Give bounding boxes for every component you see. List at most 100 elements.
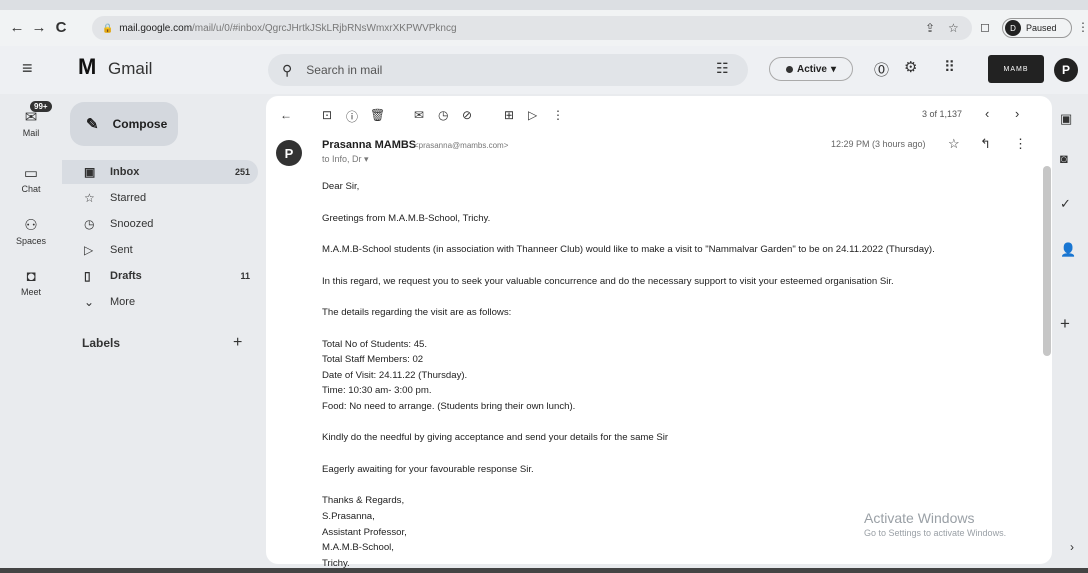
activate-windows-watermark: Activate Windows Go to Settings to activ… <box>864 510 1006 538</box>
rail-chat-label: Chat <box>21 184 41 194</box>
star-icon: ☆ <box>84 191 95 205</box>
body-paragraph: In this regard, we request you to seek y… <box>322 275 894 287</box>
visit-details: Total No of Students: 45. Total Staff Me… <box>322 337 1042 415</box>
detail-line: Time: 10:30 am- 3:00 pm. <box>322 385 432 397</box>
sidebar-item-label: Snoozed <box>110 218 154 230</box>
sidebar-item-drafts[interactable]: ▯ Drafts 11 <box>62 264 258 288</box>
bookmark-star-icon[interactable]: ☆ <box>948 21 959 35</box>
sidebar-item-label: Inbox <box>110 166 140 178</box>
back-to-inbox-icon[interactable]: ← <box>280 108 292 122</box>
search-input[interactable]: ⚲ Search in mail <box>268 54 748 86</box>
add-task-icon[interactable]: ⊘ <box>462 108 472 122</box>
search-icon[interactable]: ⚲ <box>282 62 292 79</box>
newer-chevron-icon[interactable]: ‹ <box>985 106 989 121</box>
sidebar-item-sent[interactable]: ▷ Sent <box>62 238 258 262</box>
status-label: Active <box>796 63 827 75</box>
profile-status: Paused <box>1026 23 1057 33</box>
label-icon[interactable]: ▷ <box>528 108 537 122</box>
message-more-icon[interactable]: ⋮ <box>1014 136 1027 152</box>
clock-icon: ◷ <box>84 217 95 231</box>
status-dot <box>785 65 793 73</box>
gmail-logo-icon[interactable]: M <box>78 54 96 80</box>
profile-button[interactable]: D Paused <box>1002 18 1072 38</box>
older-chevron-icon[interactable]: › <box>1015 106 1019 121</box>
lock-icon: 🔒 <box>102 22 114 33</box>
rail-meet-label: Meet <box>20 287 41 297</box>
account-avatar[interactable]: P <box>1054 58 1078 82</box>
pencil-icon: ✎ <box>86 116 99 133</box>
tasks-icon[interactable]: ✓ <box>1060 196 1071 212</box>
settings-gear-icon[interactable]: ⚙ <box>904 58 917 76</box>
sidebar-item-label: Sent <box>110 244 133 256</box>
status-button[interactable]: Active ▾ <box>769 57 853 81</box>
sender-email: <prasanna@mambs.com> <box>414 141 509 150</box>
body-paragraph: The details regarding the visit are as f… <box>322 307 512 318</box>
star-icon[interactable]: ☆ <box>948 136 960 152</box>
chat-icon: ▭ <box>23 165 39 182</box>
share-icon[interactable]: ⇪ <box>925 21 935 35</box>
search-placeholder: Search in mail <box>306 63 383 77</box>
mark-unread-icon[interactable]: ✉ <box>414 108 424 122</box>
help-icon[interactable]: ⓪ <box>874 59 889 80</box>
rail-mail[interactable]: ✉ Mail <box>0 108 62 138</box>
address-bar[interactable]: 🔒 mail.google.com /mail/u/0/#inbox/QgrcJ… <box>92 16 972 40</box>
archive-icon[interactable]: ⊡ <box>322 108 332 122</box>
keep-icon[interactable]: ◙ <box>1060 151 1068 166</box>
app-name[interactable]: Gmail <box>108 59 152 79</box>
url-host: mail.google.com <box>119 22 193 34</box>
body-paragraph: Eagerly awaiting for your favourable res… <box>322 463 534 475</box>
sidebar-item-inbox[interactable]: ▣ Inbox 251 <box>62 160 258 184</box>
browser-menu-icon[interactable]: ⋮ <box>1077 20 1088 34</box>
organization-logo[interactable]: MAMB <box>988 55 1044 83</box>
url-path: /mail/u/0/#inbox/QgrcJHrtkJSkLRjbRNsWmxr… <box>192 22 457 34</box>
sidebar-item-count: 11 <box>240 271 250 281</box>
detail-line: Total No of Students: 45. <box>322 338 428 350</box>
contacts-icon[interactable]: 👤 <box>1060 242 1076 258</box>
forward-arrow-icon[interactable]: → <box>28 16 50 38</box>
signature-line: Thanks & Regards, <box>322 495 405 507</box>
move-to-icon[interactable]: ⊞ <box>504 108 514 122</box>
main-menu-icon[interactable]: ≡ <box>22 58 33 79</box>
add-addon-icon[interactable]: + <box>1060 314 1070 334</box>
message-time: 12:29 PM (3 hours ago) <box>831 139 926 149</box>
add-label-icon[interactable]: + <box>233 334 242 352</box>
apps-grid-icon[interactable]: ⠿ <box>944 58 955 76</box>
rail-meet[interactable]: ◘ Meet <box>0 268 62 297</box>
reply-icon[interactable]: ↰ <box>980 136 991 152</box>
calendar-icon[interactable]: ▣ <box>1060 111 1072 127</box>
chevron-down-icon: ▾ <box>830 63 837 75</box>
window-icon[interactable]: ◻ <box>980 20 990 34</box>
rail-spaces[interactable]: ⚇ Spaces <box>0 216 62 246</box>
chevron-down-icon: ⌄ <box>84 295 95 309</box>
delete-icon[interactable]: 🗑 <box>370 108 385 122</box>
report-spam-icon[interactable]: ⓘ <box>346 108 358 125</box>
sidebar-item-label: Starred <box>110 192 147 204</box>
profile-avatar: D <box>1005 20 1021 36</box>
detail-line: Date of Visit: 24.11.22 (Thursday). <box>322 369 468 381</box>
sidebar-item-label: Drafts <box>110 270 142 282</box>
reload-icon[interactable]: C <box>50 16 72 38</box>
scrollbar-thumb[interactable] <box>1043 166 1051 356</box>
sender-name[interactable]: Prasanna MAMBS <box>322 139 416 151</box>
sidebar-item-starred[interactable]: ☆ Starred <box>62 186 258 210</box>
detail-line: Food: No need to arrange. (Students brin… <box>322 400 576 412</box>
compose-button[interactable]: ✎ Compose <box>70 102 178 146</box>
back-arrow-icon[interactable]: ← <box>6 16 28 38</box>
rail-chat[interactable]: ▭ Chat <box>0 164 62 194</box>
send-icon: ▷ <box>84 243 94 257</box>
recipients-line[interactable]: to Info, Dr ▾ <box>322 154 369 165</box>
labels-heading: Labels <box>82 336 121 350</box>
search-options-icon[interactable]: ☷ <box>716 60 729 77</box>
unread-badge: 99+ <box>30 101 52 112</box>
more-options-icon[interactable]: ⋮ <box>552 108 564 122</box>
sidebar-item-label: More <box>110 296 136 308</box>
sidebar-item-more[interactable]: ⌄ More <box>62 290 258 314</box>
bottom-edge <box>0 568 1088 573</box>
show-side-panel-icon[interactable]: › <box>1070 540 1074 554</box>
sidebar-item-snoozed[interactable]: ◷ Snoozed <box>62 212 258 236</box>
message-pager: 3 of 1,137 <box>922 109 963 119</box>
greeting: Dear Sir, <box>322 181 360 192</box>
body-paragraph: Greetings from M.A.M.B-School, Trichy. <box>322 212 491 224</box>
watermark-title: Activate Windows <box>864 510 975 526</box>
snooze-icon[interactable]: ◷ <box>438 108 448 122</box>
